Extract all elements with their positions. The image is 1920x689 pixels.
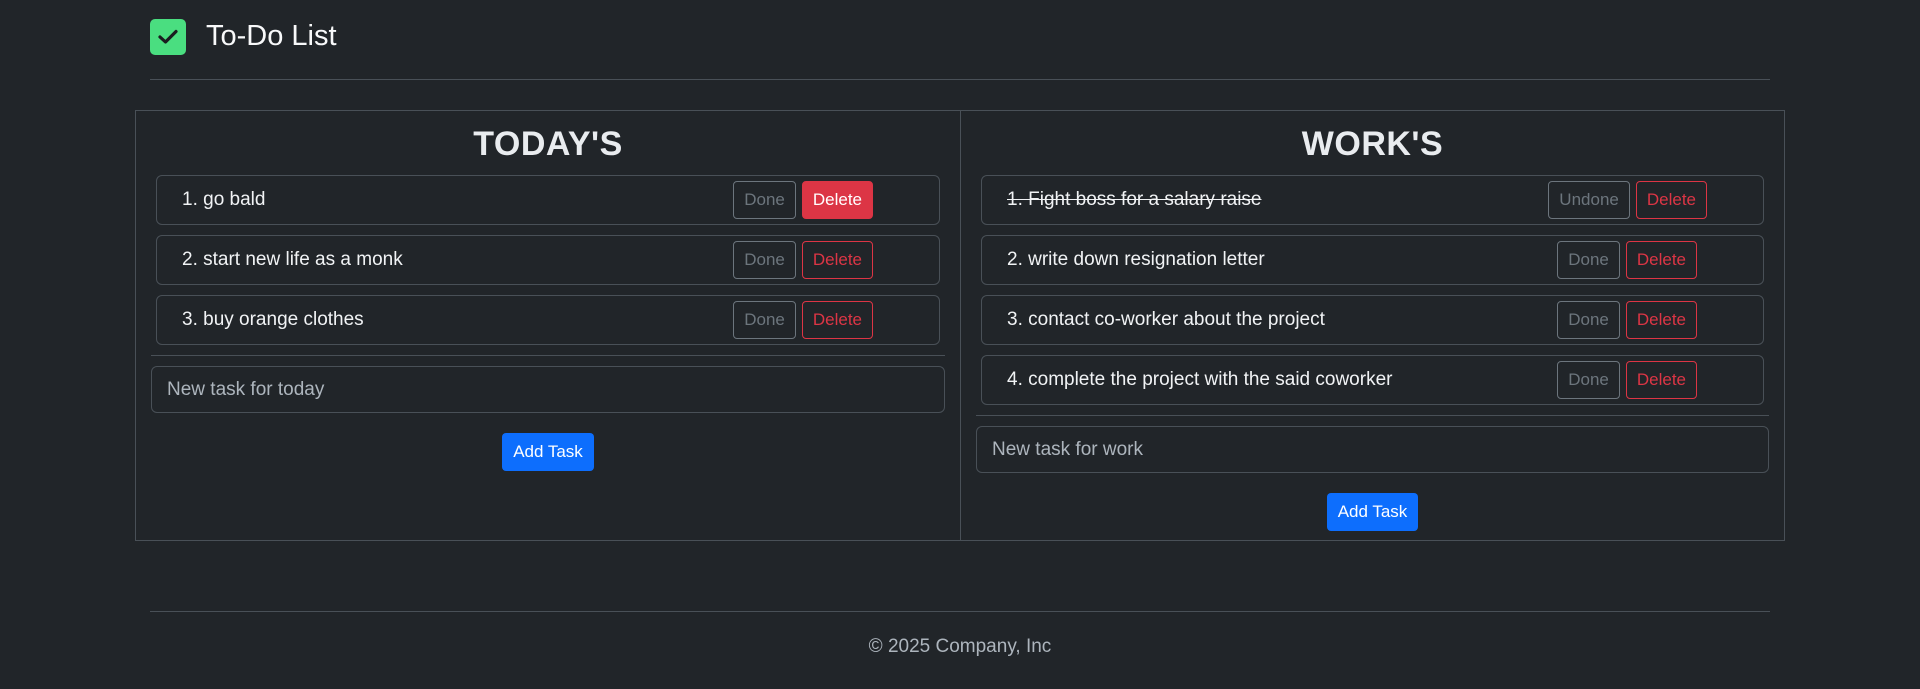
delete-button[interactable]: Delete [801, 241, 873, 279]
done-button[interactable]: Done [733, 301, 796, 339]
copyright-text: © 2025 Company, Inc [868, 636, 1052, 657]
work-add-task-button[interactable]: Add Task [1326, 493, 1419, 531]
task-item: 4. complete the project with the said co… [981, 355, 1764, 405]
delete-button[interactable]: Delete [801, 181, 873, 219]
divider [151, 355, 945, 356]
delete-button[interactable]: Delete [1625, 301, 1697, 339]
done-button[interactable]: Done [733, 241, 796, 279]
footer: © 2025 Company, Inc [150, 611, 1770, 658]
work-column: WORK'S 1. Fight boss for a salary raise … [960, 111, 1784, 540]
task-text: 2. start new life as a monk [182, 249, 403, 270]
task-text: 3. buy orange clothes [182, 309, 364, 330]
task-item: 1. Fight boss for a salary raise Undone … [981, 175, 1764, 225]
delete-button[interactable]: Delete [801, 301, 873, 339]
task-text: 4. complete the project with the said co… [1007, 369, 1393, 390]
task-text: 2. write down resignation letter [1007, 249, 1265, 270]
delete-button[interactable]: Delete [1625, 241, 1697, 279]
today-column: TODAY'S 1. go bald Done Delete 2. start … [136, 111, 960, 540]
done-button[interactable]: Done [733, 181, 796, 219]
undone-button[interactable]: Undone [1548, 181, 1630, 219]
done-button[interactable]: Done [1557, 361, 1620, 399]
task-item: 3. buy orange clothes Done Delete [156, 295, 940, 345]
app-header: To-Do List [150, 0, 1770, 80]
task-item: 1. go bald Done Delete [156, 175, 940, 225]
task-text: 3. contact co-worker about the project [1007, 309, 1325, 330]
task-item: 2. start new life as a monk Done Delete [156, 235, 940, 285]
task-item: 2. write down resignation letter Done De… [981, 235, 1764, 285]
divider [976, 415, 1769, 416]
task-text: 1. Fight boss for a salary raise [1007, 189, 1262, 210]
done-button[interactable]: Done [1557, 301, 1620, 339]
done-button[interactable]: Done [1557, 241, 1620, 279]
work-title: WORK'S [1301, 125, 1444, 163]
work-task-input[interactable] [976, 426, 1769, 473]
today-title: TODAY'S [473, 125, 623, 163]
delete-button[interactable]: Delete [1635, 181, 1707, 219]
app-title: To-Do List [206, 20, 337, 52]
task-text: 1. go bald [182, 189, 266, 210]
task-item: 3. contact co-worker about the project D… [981, 295, 1764, 345]
today-add-task-button[interactable]: Add Task [502, 433, 594, 471]
delete-button[interactable]: Delete [1625, 361, 1697, 399]
today-task-input[interactable] [151, 366, 945, 413]
checkbox-icon [150, 19, 186, 55]
task-board: TODAY'S 1. go bald Done Delete 2. start … [135, 110, 1785, 541]
